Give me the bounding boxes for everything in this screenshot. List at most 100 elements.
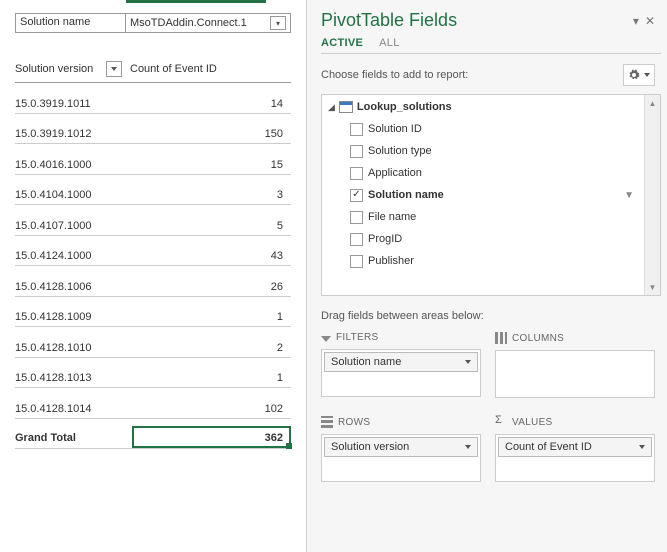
- count-cell: 3: [124, 189, 291, 201]
- table-row[interactable]: 15.0.4107.10005: [15, 205, 291, 236]
- field-checkbox[interactable]: [350, 211, 363, 224]
- columns-icon: [495, 332, 507, 344]
- pill-label: Count of Event ID: [505, 441, 592, 453]
- pill-dropdown-icon[interactable]: [635, 440, 649, 454]
- field-item[interactable]: Publisher: [322, 250, 644, 272]
- close-icon[interactable]: ✕: [645, 14, 655, 28]
- scroll-up-icon[interactable]: ▲: [645, 95, 660, 111]
- filter-value-text: MsoTDAddin.Connect.1: [130, 17, 247, 29]
- count-cell: 150: [124, 128, 291, 140]
- version-cell: 15.0.3919.1011: [15, 98, 124, 110]
- field-checkbox[interactable]: [350, 233, 363, 246]
- table-row[interactable]: 15.0.4128.10102: [15, 327, 291, 358]
- field-checkbox[interactable]: [350, 189, 363, 202]
- row-labels-dropdown[interactable]: [106, 61, 122, 77]
- area-values[interactable]: VALUES Count of Event ID: [495, 416, 655, 486]
- field-item[interactable]: Solution ID: [322, 118, 644, 140]
- count-cell: 26: [124, 281, 291, 293]
- field-item[interactable]: File name: [322, 206, 644, 228]
- field-label: Solution type: [368, 145, 432, 157]
- gear-button[interactable]: [623, 64, 655, 86]
- version-cell: 15.0.4124.1000: [15, 250, 124, 262]
- area-filters[interactable]: FILTERS Solution name: [321, 332, 481, 402]
- table-row[interactable]: 15.0.4128.10131: [15, 358, 291, 389]
- filter-dropdown-icon[interactable]: ▾: [270, 16, 286, 30]
- pivot-data-rows: 15.0.3919.10111415.0.3919.101215015.0.40…: [15, 83, 291, 419]
- tab-active[interactable]: ACTIVE: [321, 37, 363, 53]
- field-item[interactable]: ProgID: [322, 228, 644, 250]
- table-row[interactable]: 15.0.4104.10003: [15, 175, 291, 206]
- version-cell: 15.0.4128.1006: [15, 281, 124, 293]
- drag-label: Drag fields between areas below:: [321, 310, 661, 322]
- tab-all[interactable]: ALL: [379, 37, 399, 53]
- count-cell: 1: [124, 311, 291, 323]
- row-labels-header: Solution version: [15, 63, 93, 75]
- accent-strip: [126, 0, 266, 3]
- table-node[interactable]: ◢ Lookup_solutions: [322, 99, 644, 118]
- count-cell: 15: [124, 159, 291, 171]
- areas-grid: FILTERS Solution name COLUMNS ROWS Solut…: [321, 332, 661, 486]
- gear-icon: [628, 69, 640, 81]
- version-cell: 15.0.4128.1013: [15, 372, 124, 384]
- field-label: ProgID: [368, 233, 402, 245]
- pivot-table-area: Solution name MsoTDAddin.Connect.1 ▾ Sol…: [0, 0, 307, 552]
- table-icon: [339, 101, 353, 113]
- version-cell: 15.0.4104.1000: [15, 189, 124, 201]
- collapse-icon[interactable]: ◢: [328, 102, 335, 113]
- table-row[interactable]: 15.0.4128.1014102: [15, 388, 291, 419]
- version-cell: 15.0.4128.1009: [15, 311, 124, 323]
- field-item[interactable]: Solution name▼: [322, 184, 644, 206]
- pill-dropdown-icon[interactable]: [461, 355, 475, 369]
- pane-title: PivotTable Fields: [321, 10, 457, 31]
- field-label: Application: [368, 167, 422, 179]
- field-list-scrollbar[interactable]: ▲ ▼: [644, 95, 660, 295]
- version-cell: 15.0.4128.1014: [15, 403, 124, 415]
- version-cell: 15.0.4016.1000: [15, 159, 124, 171]
- report-filter-row[interactable]: Solution name MsoTDAddin.Connect.1 ▾: [15, 13, 291, 33]
- field-label: Publisher: [368, 255, 414, 267]
- count-cell: 14: [124, 98, 291, 110]
- version-cell: 15.0.3919.1012: [15, 128, 124, 140]
- grand-total-row: Grand Total 362: [15, 419, 291, 449]
- area-pill[interactable]: Solution name: [324, 352, 478, 372]
- field-checkbox[interactable]: [350, 145, 363, 158]
- area-pill[interactable]: Count of Event ID: [498, 437, 652, 457]
- area-rows[interactable]: ROWS Solution version: [321, 416, 481, 486]
- funnel-icon: [321, 336, 331, 342]
- values-header: Count of Event ID: [124, 63, 291, 75]
- area-columns[interactable]: COLUMNS: [495, 332, 655, 402]
- version-cell: 15.0.4128.1010: [15, 342, 124, 354]
- count-cell: 5: [124, 220, 291, 232]
- field-list-box: ◢ Lookup_solutions Solution ID Solution t…: [321, 94, 661, 296]
- field-label: File name: [368, 211, 416, 223]
- count-cell: 2: [124, 342, 291, 354]
- scroll-down-icon[interactable]: ▼: [645, 279, 660, 295]
- pill-label: Solution name: [331, 356, 401, 368]
- table-row[interactable]: 15.0.4016.100015: [15, 144, 291, 175]
- area-pill[interactable]: Solution version: [324, 437, 478, 457]
- pill-dropdown-icon[interactable]: [461, 440, 475, 454]
- field-checkbox[interactable]: [350, 255, 363, 268]
- table-row[interactable]: 15.0.4128.100626: [15, 266, 291, 297]
- field-label: Solution ID: [368, 123, 422, 135]
- pane-dropdown-icon[interactable]: ▾: [633, 14, 639, 28]
- count-cell: 43: [124, 250, 291, 262]
- choose-fields-prompt: Choose fields to add to report:: [321, 69, 468, 81]
- pill-label: Solution version: [331, 441, 409, 453]
- grand-total-label: Grand Total: [15, 432, 124, 444]
- rows-icon: [321, 416, 333, 428]
- grand-total-value[interactable]: 362: [124, 432, 291, 444]
- field-item[interactable]: Solution type: [322, 140, 644, 162]
- table-row[interactable]: 15.0.3919.1012150: [15, 114, 291, 145]
- field-checkbox[interactable]: [350, 167, 363, 180]
- field-checkbox[interactable]: [350, 123, 363, 136]
- table-row[interactable]: 15.0.3919.101114: [15, 83, 291, 114]
- field-label: Solution name: [368, 189, 444, 201]
- field-item[interactable]: Application: [322, 162, 644, 184]
- version-cell: 15.0.4107.1000: [15, 220, 124, 232]
- field-list-pane: PivotTable Fields ▾ ✕ ACTIVE ALL Choose …: [307, 0, 667, 552]
- table-row[interactable]: 15.0.4128.10091: [15, 297, 291, 328]
- count-cell: 1: [124, 372, 291, 384]
- table-row[interactable]: 15.0.4124.100043: [15, 236, 291, 267]
- filter-value-cell[interactable]: MsoTDAddin.Connect.1 ▾: [126, 14, 290, 32]
